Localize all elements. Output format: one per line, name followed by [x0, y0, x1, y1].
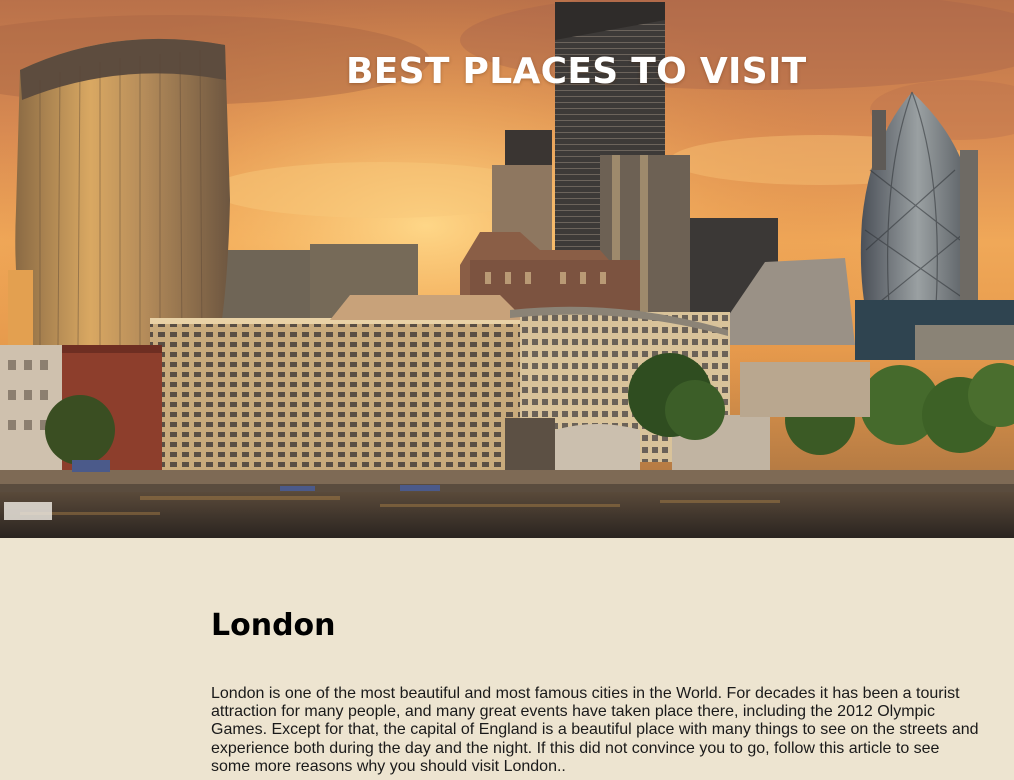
hero-title: BEST PLACES TO VISIT	[346, 51, 807, 92]
article-title: London	[211, 608, 336, 643]
article-section: London London is one of the most beautif…	[0, 538, 1014, 780]
article-body: London is one of the most beautiful and …	[211, 685, 979, 775]
hero-banner: BEST PLACES TO VISIT	[0, 0, 1014, 538]
